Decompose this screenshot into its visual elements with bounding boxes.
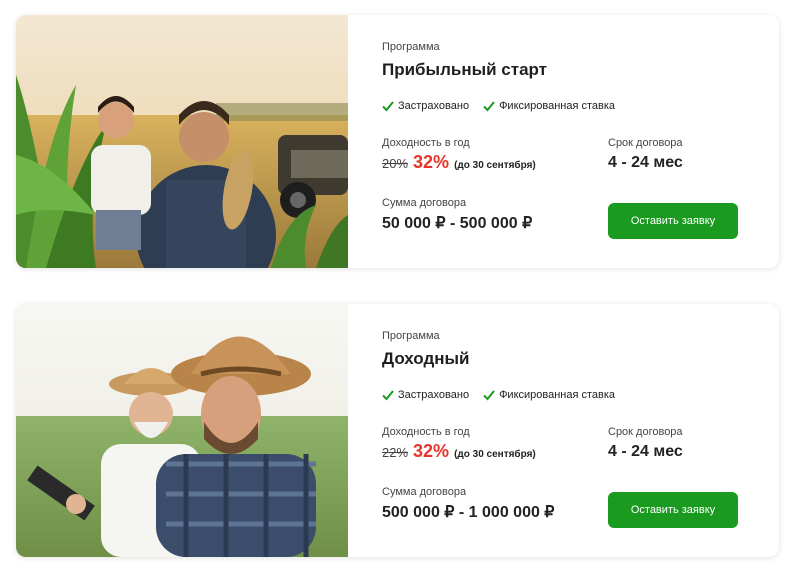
feature-label: Фиксированная ставка bbox=[499, 100, 616, 112]
yield-old: 20% bbox=[382, 156, 409, 171]
feature-fixed-rate: Фиксированная ставка bbox=[483, 389, 615, 401]
yield-new: 32% bbox=[413, 441, 450, 461]
program-card-profitable: Программа Доходный Застраховано Фиксиров… bbox=[16, 304, 779, 557]
submit-application-button[interactable]: Оставить заявку bbox=[608, 492, 738, 528]
yield-value: 22% 32% (до 30 сентября) bbox=[382, 441, 536, 462]
program-info: Программа Прибыльный старт Застраховано … bbox=[348, 15, 779, 268]
program-card-profitable-start: Программа Прибыльный старт Застраховано … bbox=[16, 15, 779, 268]
term-value: 4 - 24 мес bbox=[608, 443, 683, 460]
program-info: Программа Доходный Застраховано Фиксиров… bbox=[348, 304, 779, 557]
feature-fixed-rate: Фиксированная ставка bbox=[483, 100, 615, 112]
check-icon bbox=[382, 101, 394, 112]
yield-label: Доходность в год bbox=[382, 426, 470, 438]
submit-application-button[interactable]: Оставить заявку bbox=[608, 203, 738, 239]
yield-note: (до 30 сентября) bbox=[454, 160, 536, 171]
feature-insured: Застраховано bbox=[382, 100, 469, 112]
feature-label: Застраховано bbox=[398, 100, 470, 112]
program-kicker: Программа bbox=[382, 330, 440, 342]
sum-value: 50 000 ₽ - 500 000 ₽ bbox=[382, 215, 533, 232]
check-icon bbox=[382, 390, 394, 401]
two-farmers-in-field-photo bbox=[16, 304, 348, 557]
yield-new: 32% bbox=[413, 152, 450, 172]
program-title: Прибыльный старт bbox=[382, 60, 548, 79]
term-label: Срок договора bbox=[608, 137, 683, 149]
check-icon bbox=[483, 390, 495, 401]
farmer-with-child-photo bbox=[16, 15, 348, 268]
check-icon bbox=[483, 101, 495, 112]
sum-label: Сумма договора bbox=[382, 486, 467, 498]
yield-value: 20% 32% (до 30 сентября) bbox=[382, 152, 536, 173]
yield-note: (до 30 сентября) bbox=[454, 449, 536, 460]
feature-label: Застраховано bbox=[398, 389, 470, 401]
feature-label: Фиксированная ставка bbox=[499, 389, 616, 401]
feature-insured: Застраховано bbox=[382, 389, 469, 401]
sum-label: Сумма договора bbox=[382, 197, 467, 209]
program-title: Доходный bbox=[382, 349, 470, 368]
program-kicker: Программа bbox=[382, 41, 440, 53]
features-list: Застраховано Фиксированная ставка bbox=[382, 100, 615, 112]
term-value: 4 - 24 мес bbox=[608, 154, 683, 171]
term-label: Срок договора bbox=[608, 426, 683, 438]
features-list: Застраховано Фиксированная ставка bbox=[382, 389, 615, 401]
sum-value: 500 000 ₽ - 1 000 000 ₽ bbox=[382, 504, 555, 521]
yield-label: Доходность в год bbox=[382, 137, 470, 149]
yield-old: 22% bbox=[382, 445, 409, 460]
